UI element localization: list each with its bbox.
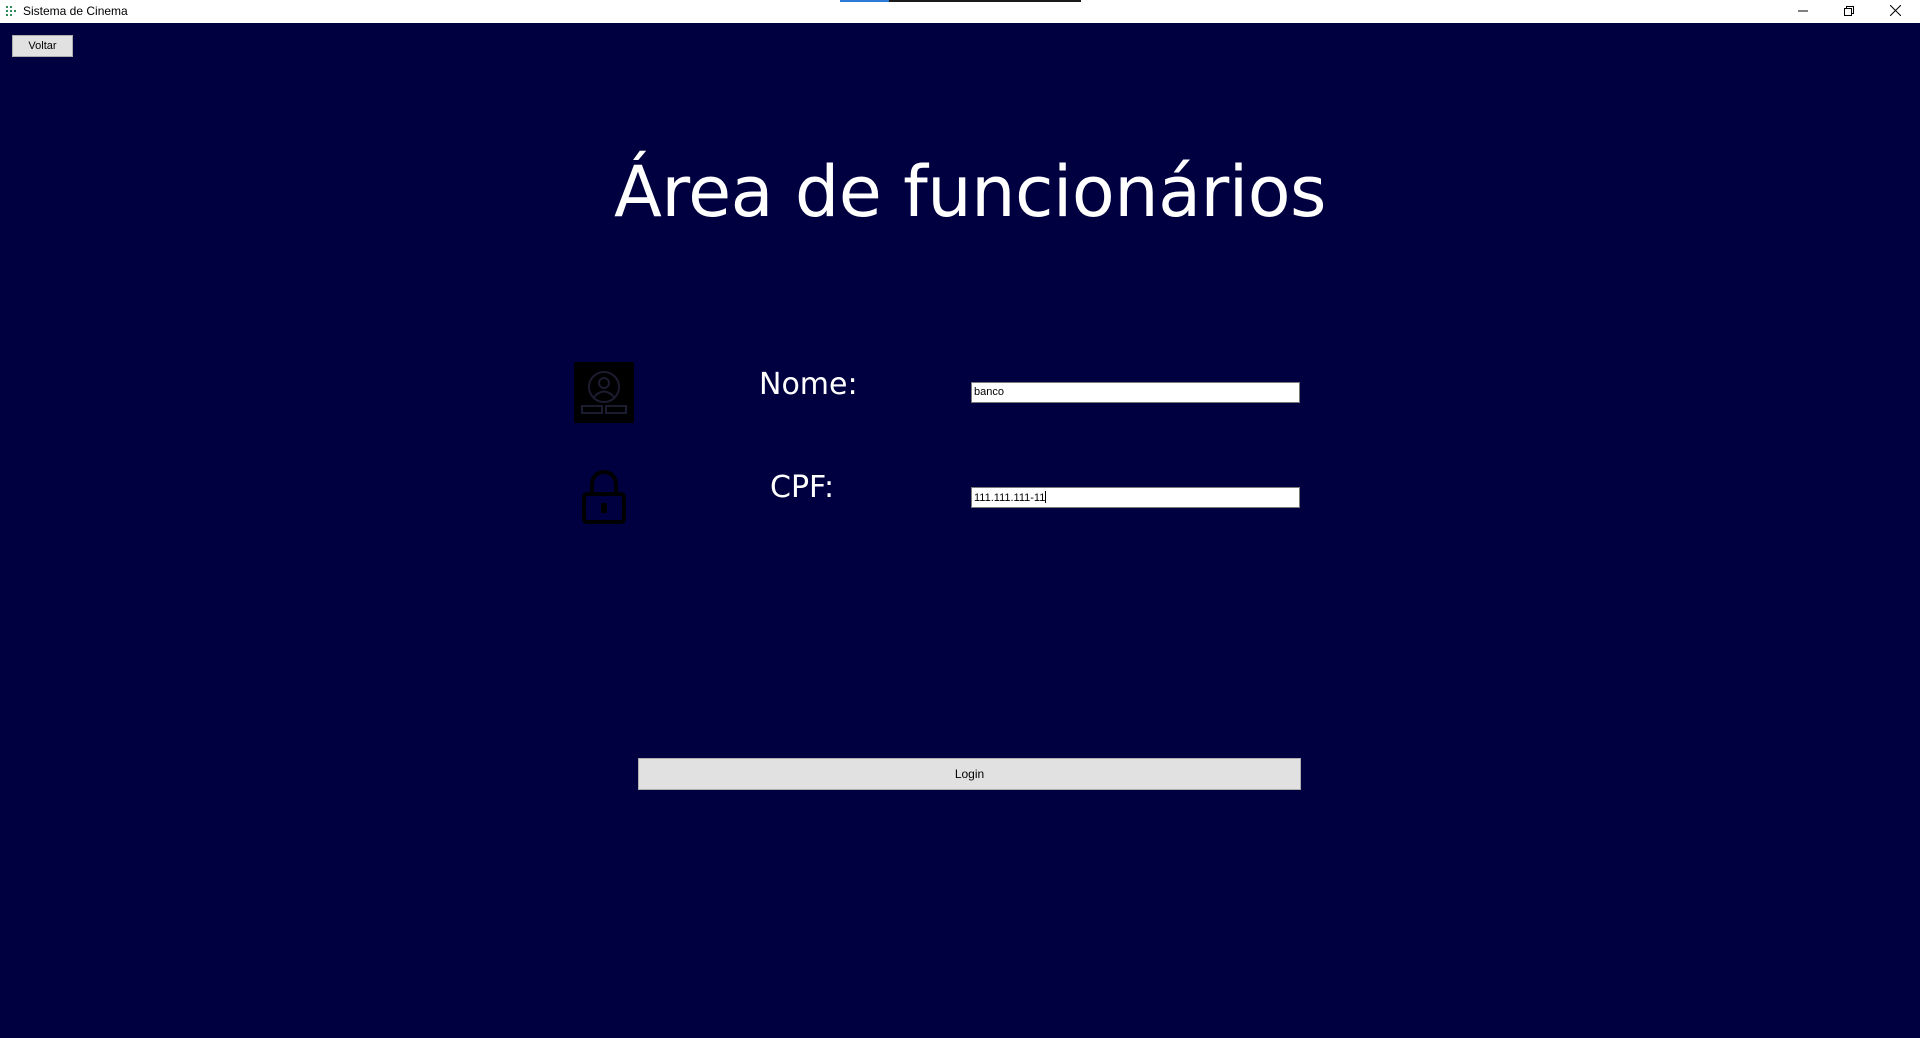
user-badge-icon: [574, 362, 634, 423]
close-button[interactable]: [1872, 0, 1918, 23]
lock-icon: [580, 470, 628, 524]
back-button[interactable]: Voltar: [12, 35, 73, 57]
cpf-label: CPF:: [770, 470, 835, 505]
minimize-icon: [1798, 3, 1808, 21]
close-icon: [1889, 3, 1901, 21]
nome-label: Nome:: [759, 367, 858, 402]
nome-input[interactable]: banco: [971, 382, 1300, 403]
title-progress-fill: [840, 0, 889, 2]
login-button[interactable]: Login: [638, 758, 1301, 790]
app-window: Sistema de Cinema Voltar Área de funcion…: [0, 0, 1920, 1038]
window-title: Sistema de Cinema: [23, 4, 128, 18]
cpf-input[interactable]: 111.111.111-11: [971, 487, 1300, 508]
grid-app-icon: [6, 5, 16, 17]
title-bar: Sistema de Cinema: [0, 0, 1920, 23]
page-title: Área de funcionários: [613, 151, 1327, 233]
title-progress-bar: [840, 0, 1081, 2]
restore-button[interactable]: [1826, 0, 1872, 23]
minimize-button[interactable]: [1780, 0, 1826, 23]
restore-icon: [1844, 3, 1854, 21]
nome-input-value: banco: [974, 386, 1004, 398]
text-caret: [1045, 491, 1047, 503]
cpf-input-value: 111.111.111-11: [974, 492, 1046, 504]
